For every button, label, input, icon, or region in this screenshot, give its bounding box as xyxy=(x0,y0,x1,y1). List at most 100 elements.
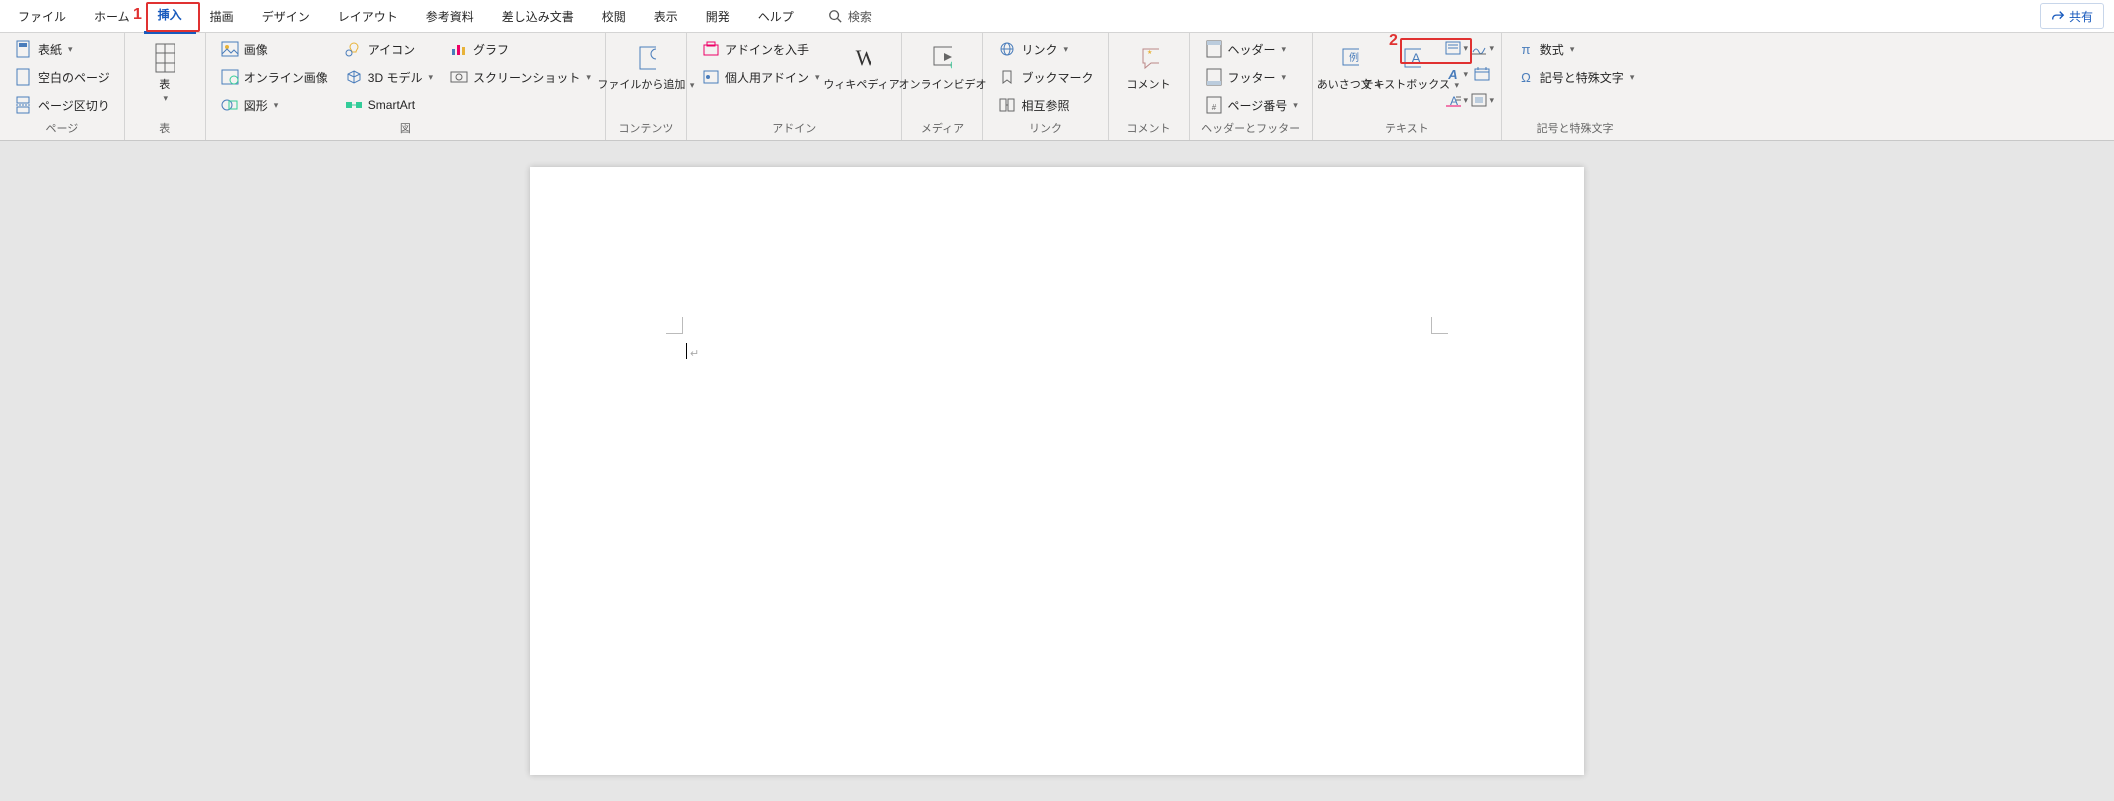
my-addins-icon xyxy=(701,67,721,87)
table-label: 表 xyxy=(159,79,170,91)
svg-text:#: # xyxy=(1211,103,1216,112)
search-box[interactable]: 検索 xyxy=(828,8,872,25)
link-button[interactable]: リンク▾ xyxy=(993,37,1097,61)
online-pictures-label: オンライン画像 xyxy=(244,69,328,86)
my-addins-button[interactable]: 個人用アドイン▾ xyxy=(697,65,824,89)
dropcap-button[interactable]: A▾ xyxy=(1443,89,1469,111)
pictures-label: 画像 xyxy=(244,41,268,58)
share-label: 共有 xyxy=(2069,8,2093,25)
textbox-label: テキストボックス xyxy=(1363,79,1450,91)
chevron-down-icon: ▾ xyxy=(68,44,73,55)
bookmark-button[interactable]: ブックマーク xyxy=(993,65,1097,89)
footer-button[interactable]: フッター ▾ xyxy=(1200,65,1302,89)
3d-models-button[interactable]: 3D モデル▾ xyxy=(340,65,437,89)
page-break-button[interactable]: ページ区切り xyxy=(10,93,114,117)
tab-file[interactable]: ファイル xyxy=(4,0,80,32)
margin-mark-right xyxy=(1431,317,1448,334)
annotation-2-label: 2 xyxy=(1389,32,1398,50)
blank-page-icon xyxy=(14,67,34,87)
wordart-icon: A xyxy=(1444,66,1462,82)
tab-design[interactable]: デザイン xyxy=(248,0,324,32)
chevron-down-icon: ▾ xyxy=(1464,95,1469,106)
get-addins-button[interactable]: アドインを入手 xyxy=(697,37,824,61)
document-area: ↵ xyxy=(0,141,2114,801)
group-comments: ★ コメント コメント xyxy=(1109,33,1190,140)
symbol-button[interactable]: Ω記号と特殊文字▾ xyxy=(1512,65,1639,89)
header-label: ヘッダー xyxy=(1228,41,1276,58)
pagenum-button[interactable]: #ページ番号▾ xyxy=(1200,93,1302,117)
blank-page-label: 空白のページ xyxy=(38,69,110,86)
svg-text:π: π xyxy=(1521,42,1530,57)
online-pictures-button[interactable]: オンライン画像 xyxy=(216,65,332,89)
paragraph-mark: ↵ xyxy=(690,347,699,360)
group-headerfooter: ヘッダー▾ フッター▾ #ページ番号▾ ヘッダーとフッター xyxy=(1190,33,1313,140)
tab-developer[interactable]: 開発 xyxy=(692,0,744,32)
annotation-1-box xyxy=(146,2,200,32)
tab-mailings[interactable]: 差し込み文書 xyxy=(488,0,588,32)
online-video-button[interactable]: オンラインビデオ xyxy=(908,37,976,96)
svg-text:W: W xyxy=(856,45,871,70)
group-text-label: テキスト xyxy=(1319,117,1495,140)
tab-references[interactable]: 参考資料 xyxy=(412,0,488,32)
chevron-down-icon: ▾ xyxy=(815,72,820,83)
tab-review[interactable]: 校閲 xyxy=(588,0,640,32)
pagenum-icon: # xyxy=(1204,95,1224,115)
svg-text:A: A xyxy=(1447,67,1457,82)
blank-page-button[interactable]: 空白のページ xyxy=(10,65,114,89)
symbol-label: 記号と特殊文字 xyxy=(1540,69,1624,86)
wordart-button[interactable]: A▾ xyxy=(1443,63,1469,85)
chevron-down-icon: ▾ xyxy=(1464,69,1469,80)
cube-icon xyxy=(344,67,364,87)
object-icon xyxy=(1470,92,1488,108)
svg-text:★: ★ xyxy=(1147,49,1152,56)
ribbon: 表紙▾ 空白のページ ページ区切り ページ 表▾ 表 画像 オ xyxy=(0,33,2114,141)
ribbon-tabs: ファイル ホーム 挿入 描画 デザイン レイアウト 参考資料 差し込み文書 校閲… xyxy=(0,0,2114,33)
pagenum-label: ページ番号 xyxy=(1228,97,1288,114)
tab-draw[interactable]: 描画 xyxy=(196,0,248,32)
group-illustrations: 画像 オンライン画像 図形▾ アイコン 3D モデル▾ SmartArt グラフ… xyxy=(206,33,606,140)
smartart-button[interactable]: SmartArt xyxy=(340,93,437,117)
search-label: 検索 xyxy=(848,8,872,25)
page-break-label: ページ区切り xyxy=(38,97,110,114)
equation-label: 数式 xyxy=(1540,41,1564,58)
cover-page-label: 表紙 xyxy=(38,41,62,58)
icons-icon xyxy=(344,39,364,59)
reuse-files-label: ファイルから追加 xyxy=(597,79,685,91)
chevron-down-icon: ▾ xyxy=(1490,95,1495,106)
signature-button[interactable]: ▾ xyxy=(1469,37,1495,59)
annotation-2-box xyxy=(1400,38,1472,64)
screenshot-button[interactable]: スクリーンショット▾ xyxy=(445,65,595,89)
table-button[interactable]: 表▾ xyxy=(131,37,199,109)
crossref-button[interactable]: 相互参照 xyxy=(993,93,1097,117)
comment-button[interactable]: ★ コメント xyxy=(1115,37,1183,96)
group-media: オンラインビデオ メディア xyxy=(902,33,983,140)
tab-layout[interactable]: レイアウト xyxy=(324,0,412,32)
chart-button[interactable]: グラフ xyxy=(445,37,595,61)
footer-label: フッター xyxy=(1228,69,1276,86)
chevron-down-icon: ▾ xyxy=(274,100,279,111)
group-tables-label: 表 xyxy=(131,117,199,140)
chevron-down-icon: ▾ xyxy=(586,72,591,83)
header-icon xyxy=(1204,39,1224,59)
page-break-icon xyxy=(14,95,34,115)
icons-button[interactable]: アイコン xyxy=(340,37,437,61)
chevron-down-icon: ▾ xyxy=(1282,72,1287,83)
datetime-button[interactable] xyxy=(1469,63,1495,85)
svg-text:例: 例 xyxy=(1349,51,1359,64)
equation-button[interactable]: π数式▾ xyxy=(1512,37,1639,61)
tab-help[interactable]: ヘルプ xyxy=(744,0,808,32)
tab-view[interactable]: 表示 xyxy=(640,0,692,32)
shapes-button[interactable]: 図形▾ xyxy=(216,93,332,117)
header-button[interactable]: ヘッダー▾ xyxy=(1200,37,1302,61)
cover-page-button[interactable]: 表紙 ▾ xyxy=(10,37,114,61)
object-button[interactable]: ▾ xyxy=(1469,89,1495,111)
wikipedia-button[interactable]: W ウィキペディア xyxy=(827,37,895,96)
comment-label: コメント xyxy=(1127,79,1171,92)
icons-label: アイコン xyxy=(368,41,415,58)
reuse-files-button[interactable]: ファイルから追加 ▾ xyxy=(612,37,680,96)
share-button[interactable]: 共有 xyxy=(2040,3,2104,29)
group-symbols-label: 記号と特殊文字 xyxy=(1508,117,1643,140)
chart-icon xyxy=(449,39,469,59)
page[interactable]: ↵ xyxy=(530,167,1584,775)
pictures-button[interactable]: 画像 xyxy=(216,37,332,61)
